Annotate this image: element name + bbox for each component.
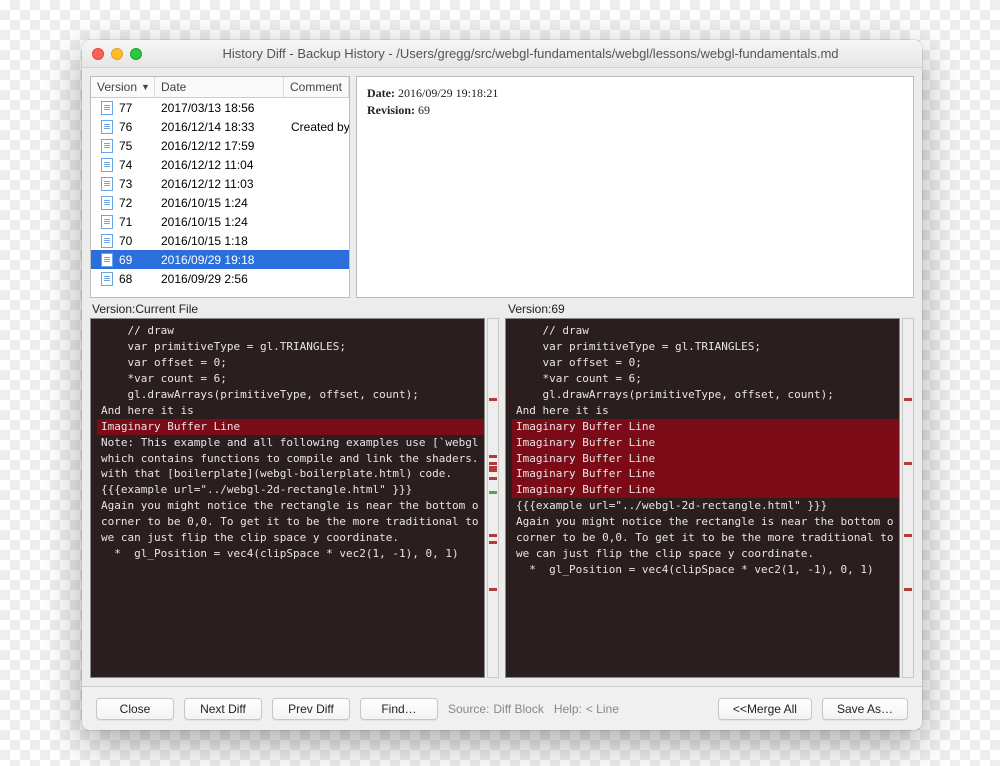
- code-line: Imaginary Buffer Line: [512, 419, 899, 435]
- revision-value: 69: [418, 103, 430, 117]
- code-line: var offset = 0;: [97, 355, 484, 371]
- code-line: *var count = 6;: [97, 371, 484, 387]
- code-line: var primitiveType = gl.TRIANGLES;: [97, 339, 484, 355]
- history-diff-window: History Diff - Backup History - /Users/g…: [82, 40, 922, 730]
- document-icon: [101, 158, 113, 172]
- code-line: which contains functions to compile and …: [97, 451, 484, 467]
- revision-label: Revision:: [367, 103, 415, 117]
- code-line: with that [boilerplate](webgl-boilerplat…: [97, 466, 484, 482]
- window-title: History Diff - Backup History - /Users/g…: [149, 46, 912, 61]
- code-line: var offset = 0;: [512, 355, 899, 371]
- date-label: Date:: [367, 86, 395, 100]
- code-line: * gl_Position = vec4(clipSpace * vec2(1,…: [512, 562, 899, 578]
- right-pane-label: Version:69: [508, 302, 912, 316]
- close-button[interactable]: Close: [96, 698, 174, 720]
- code-line: And here it is: [512, 403, 899, 419]
- version-row[interactable]: 702016/10/15 1:18: [91, 231, 349, 250]
- code-line: *var count = 6;: [512, 371, 899, 387]
- document-icon: [101, 253, 113, 267]
- code-line: we can just flip the clip space y coordi…: [97, 530, 484, 546]
- traffic-lights: [92, 48, 142, 60]
- code-line: gl.drawArrays(primitiveType, offset, cou…: [97, 387, 484, 403]
- toolbar: Close Next Diff Prev Diff Find… Source: …: [82, 686, 922, 730]
- prev-diff-button[interactable]: Prev Diff: [272, 698, 350, 720]
- source-group: Source: Diff Block: [448, 702, 544, 716]
- next-diff-button[interactable]: Next Diff: [184, 698, 262, 720]
- code-line: corner to be 0,0. To get it to be the mo…: [97, 514, 484, 530]
- document-icon: [101, 234, 113, 248]
- document-icon: [101, 120, 113, 134]
- version-row[interactable]: 692016/09/29 19:18: [91, 250, 349, 269]
- code-line: var primitiveType = gl.TRIANGLES;: [512, 339, 899, 355]
- code-line: Imaginary Buffer Line: [512, 435, 899, 451]
- document-icon: [101, 215, 113, 229]
- revision-info: Date: 2016/09/29 19:18:21 Revision: 69: [356, 76, 914, 298]
- column-date[interactable]: Date: [155, 77, 284, 97]
- right-diff-gutter[interactable]: [902, 318, 914, 678]
- code-line: we can just flip the clip space y coordi…: [512, 546, 899, 562]
- find-button[interactable]: Find…: [360, 698, 438, 720]
- version-row[interactable]: 682016/09/29 2:56: [91, 269, 349, 288]
- date-value: 2016/09/29 19:18:21: [398, 86, 498, 100]
- code-line: Imaginary Buffer Line: [512, 451, 899, 467]
- code-line: Imaginary Buffer Line: [97, 419, 484, 435]
- version-row[interactable]: 732016/12/12 11:03: [91, 174, 349, 193]
- code-line: // draw: [97, 323, 484, 339]
- code-line: corner to be 0,0. To get it to be the mo…: [512, 530, 899, 546]
- close-icon[interactable]: [92, 48, 104, 60]
- code-line: Again you might notice the rectangle is …: [512, 514, 899, 530]
- version-list: Version ▼ Date Comment 772017/03/13 18:5…: [90, 76, 350, 298]
- version-row[interactable]: 742016/12/12 11:04: [91, 155, 349, 174]
- document-icon: [101, 101, 113, 115]
- version-row[interactable]: 772017/03/13 18:56: [91, 98, 349, 117]
- column-version[interactable]: Version ▼: [91, 77, 155, 97]
- version-row[interactable]: 722016/10/15 1:24: [91, 193, 349, 212]
- code-line: gl.drawArrays(primitiveType, offset, cou…: [512, 387, 899, 403]
- help-group: Help: < Line: [554, 702, 619, 716]
- save-as-button[interactable]: Save As…: [822, 698, 908, 720]
- column-comment[interactable]: Comment: [284, 77, 349, 97]
- sort-indicator-icon: ▼: [141, 82, 150, 92]
- code-line: * gl_Position = vec4(clipSpace * vec2(1,…: [97, 546, 484, 562]
- code-line: {{{example url="../webgl-2d-rectangle.ht…: [512, 498, 899, 514]
- document-icon: [101, 196, 113, 210]
- document-icon: [101, 177, 113, 191]
- code-line: Imaginary Buffer Line: [512, 482, 899, 498]
- left-diff-gutter[interactable]: [487, 318, 499, 678]
- version-row[interactable]: 712016/10/15 1:24: [91, 212, 349, 231]
- right-diff-pane[interactable]: // draw var primitiveType = gl.TRIANGLES…: [505, 318, 900, 678]
- code-line: Imaginary Buffer Line: [512, 466, 899, 482]
- minimize-icon[interactable]: [111, 48, 123, 60]
- merge-all-button[interactable]: <<Merge All: [718, 698, 812, 720]
- code-line: // draw: [512, 323, 899, 339]
- left-pane-label: Version:Current File: [92, 302, 496, 316]
- version-row[interactable]: 762016/12/14 18:33Created by: [91, 117, 349, 136]
- code-line: {{{example url="../webgl-2d-rectangle.ht…: [97, 482, 484, 498]
- left-diff-pane[interactable]: // draw var primitiveType = gl.TRIANGLES…: [90, 318, 485, 678]
- code-line: Note: This example and all following exa…: [97, 435, 484, 451]
- titlebar[interactable]: History Diff - Backup History - /Users/g…: [82, 40, 922, 68]
- version-row[interactable]: 752016/12/12 17:59: [91, 136, 349, 155]
- code-line: And here it is: [97, 403, 484, 419]
- document-icon: [101, 139, 113, 153]
- document-icon: [101, 272, 113, 286]
- zoom-icon[interactable]: [130, 48, 142, 60]
- code-line: Again you might notice the rectangle is …: [97, 498, 484, 514]
